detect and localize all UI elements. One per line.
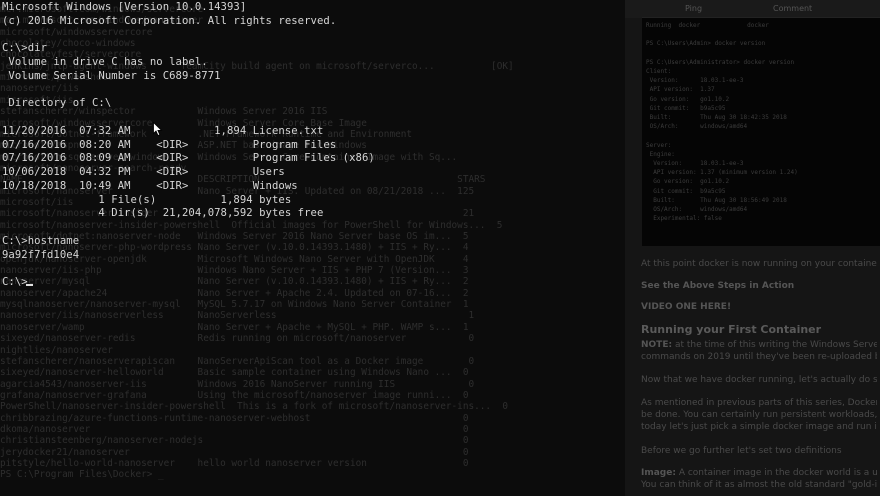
article-heading: Running your First Container xyxy=(641,324,822,336)
terminal-line: Directory of C:\ xyxy=(2,97,112,109)
article-image-def: Image: A container image in the docker w… xyxy=(641,467,877,479)
table-header-comment: Comment xyxy=(773,4,813,13)
article-panel: Ping Comment Running docker docker PS C:\… xyxy=(625,0,880,496)
thumbnail-text-line: Running docker docker xyxy=(646,22,769,29)
thumbnail-text-line: Git commit: b9a5c95 xyxy=(646,104,726,112)
article-link[interactable]: See the Above Steps in Action xyxy=(641,280,877,292)
note-text: at the time of this writing the Windows … xyxy=(674,340,877,350)
thumbnail-text-line: Experimental: false xyxy=(646,215,722,223)
article-note-cont: commands on 2019 until they've been re-u… xyxy=(641,352,877,362)
arrow-cursor-icon xyxy=(153,121,163,141)
terminal-line: Volume Serial Number is C689-8771 xyxy=(2,70,221,82)
thumbnail-text-line: Git commit: b9a5c95 xyxy=(646,187,726,195)
terminal-line: 9a92f7fd10e4 xyxy=(2,249,80,261)
thumbnail-text-line: OS/Arch: windows/amd64 xyxy=(646,206,748,213)
article-paragraph: Before we go further let's set two defin… xyxy=(641,446,842,456)
terminal-line: 10/18/2018 10:49 AM <DIR> Windows xyxy=(2,180,298,192)
terminal-line: (c) 2016 Microsoft Corporation. All righ… xyxy=(2,15,337,27)
thumbnail-text-line: API version: 1.37 xyxy=(646,86,715,94)
thumbnail-text-line: Go version: go1.10.2 xyxy=(646,178,730,186)
thumbnail-text-line: API version: 1.37 (minimum version 1.24) xyxy=(646,169,798,177)
thumbnail-text-line: Engine: xyxy=(646,150,675,158)
image-label: Image: xyxy=(641,468,676,478)
article-table-header: Ping Comment xyxy=(625,0,880,18)
terminal-line: C:\>dir xyxy=(2,42,47,54)
terminal-line: 4 Dir(s) 21,204,078,592 bytes free xyxy=(2,207,324,219)
terminal-line: 07/16/2016 08:20 AM <DIR> Program Files xyxy=(2,139,337,151)
terminal-prompt[interactable]: C:\> xyxy=(2,276,28,289)
note-label: NOTE: xyxy=(641,340,673,350)
article-paragraph: At this point docker is now running on y… xyxy=(641,259,877,269)
terminal-line: 07/16/2016 08:09 AM <DIR> Program Files … xyxy=(2,152,375,164)
text-cursor xyxy=(26,284,33,286)
screen: mcr.microsoft.com/windows/servercore mcr.… xyxy=(0,0,880,496)
terminal-line: C:\>hostname xyxy=(2,235,80,247)
thumbnail-text-line: Version: 18.03.1-ee-3 xyxy=(646,77,744,85)
thumbnail-text-line: Built: Thu Aug 30 18:56:49 2018 xyxy=(646,196,787,204)
thumbnail-text-line: Version: 18.03.1-ee-3 xyxy=(646,160,744,167)
thumbnail-text-line: Go version: go1.10.2 xyxy=(646,95,730,103)
thumbnail-text-line: PS C:\Users\Admin> docker version xyxy=(646,40,766,48)
article-note: NOTE: at the time of this writing the Wi… xyxy=(641,339,877,351)
article-image-def-cont: You can think of it as almost the old st… xyxy=(641,480,877,490)
terminal-line: 1 File(s) 1,894 bytes xyxy=(2,194,292,206)
image-text: A container image in the docker world is… xyxy=(678,468,877,478)
terminal-line: Volume in drive C has no label. xyxy=(2,56,208,68)
table-header-ping: Ping xyxy=(685,4,703,13)
article-paragraph: be done. You can certainly run persisten… xyxy=(641,410,877,420)
thumbnail-text-line: PS C:\Users\Administrator> docker versio… xyxy=(646,58,795,66)
article-video-label: VIDEO ONE HERE! xyxy=(641,302,732,312)
thumbnail-text-line: Client: xyxy=(646,68,672,75)
article-paragraph: As mentioned in previous parts of this s… xyxy=(641,398,877,408)
thumbnail-text-line: OS/Arch: windows/amd64 xyxy=(646,123,748,131)
terminal-line: Microsoft Windows [Version 10.0.14393] xyxy=(2,1,247,13)
thumbnail-text-line: Server: xyxy=(646,141,672,149)
article-paragraph: Now that we have docker running, let's a… xyxy=(641,375,877,385)
thumbnail-text-line: Built: Thu Aug 30 18:42:35 2018 xyxy=(646,114,787,121)
article-paragraph: today let's just pick a simple docker im… xyxy=(641,422,877,432)
terminal-line: 10/06/2018 04:32 PM <DIR> Users xyxy=(2,166,285,178)
screenshot-thumbnail: Running docker docker PS C:\Users\Admin> … xyxy=(642,17,880,246)
terminal-window[interactable]: Microsoft Windows [Version 10.0.14393] (… xyxy=(0,0,625,496)
